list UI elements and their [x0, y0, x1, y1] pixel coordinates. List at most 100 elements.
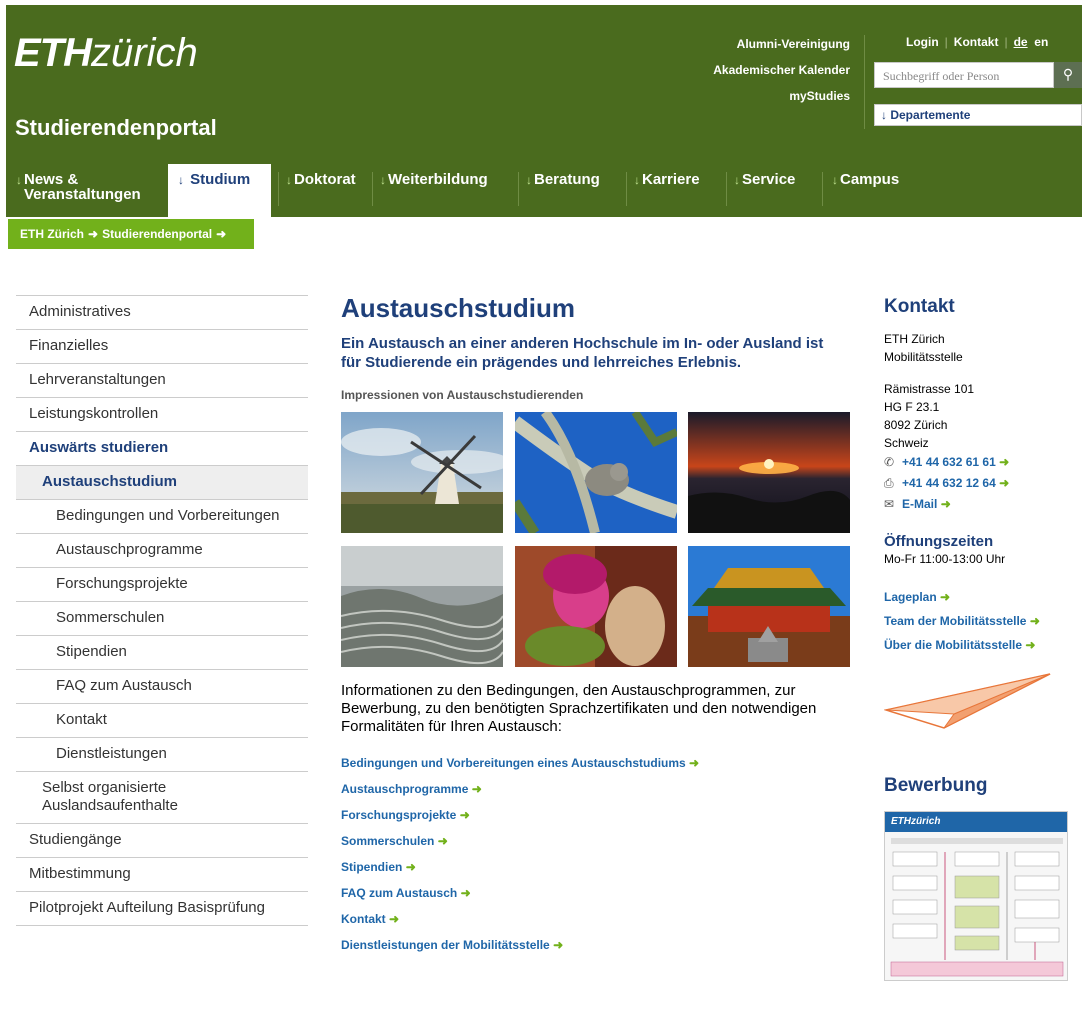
sidebar-item-dienstleistungen[interactable]: Dienstleistungen [16, 737, 308, 771]
meta-separator: | [1004, 35, 1008, 49]
nav-weiterbildung[interactable]: ↓ Weiterbildung [372, 172, 488, 217]
logo-eth-text: ETH [14, 31, 92, 75]
sidebar-item-label: Austauschprogramme [56, 541, 203, 558]
nav-campus[interactable]: ↓ Campus [824, 172, 899, 217]
arrow-down-icon: ↓ [380, 173, 386, 187]
arrow-down-icon: ↓ [178, 173, 184, 187]
link-label: Kontakt [341, 912, 386, 926]
sidebar-item-selbst-organisiert[interactable]: Selbst organisierte Auslandsaufenthalte [16, 771, 308, 823]
sidebar-item-label: Dienstleistungen [56, 745, 167, 762]
nav-studium[interactable]: ↓ Studium [168, 164, 271, 218]
page-title: Austauschstudium [341, 293, 576, 323]
arrow-right-icon: ➜ [1029, 614, 1040, 628]
sidebar-item-kontakt[interactable]: Kontakt [16, 703, 308, 737]
academic-calendar-link[interactable]: Akademischer Kalender [713, 63, 850, 77]
sidebar-item-lehrveranstaltungen[interactable]: Lehrveranstaltungen [16, 363, 308, 397]
sidebar-item-faq[interactable]: FAQ zum Austausch [16, 669, 308, 703]
departments-dropdown[interactable]: ↓ Departemente [874, 104, 1082, 126]
breadcrumb-portal[interactable]: Studierendenportal [102, 227, 212, 241]
gallery-image-rice-terraces[interactable] [341, 546, 503, 667]
nav-beratung[interactable]: ↓ Beratung [518, 172, 600, 217]
sidebar-item-pilotprojekt[interactable]: Pilotprojekt Aufteilung Basisprüfung [16, 891, 308, 925]
arrow-down-icon: ↓ [734, 173, 740, 187]
portal-title[interactable]: Studierendenportal [15, 115, 217, 141]
sidebar-item-label: Sommerschulen [56, 609, 165, 626]
sidebar-item-forschungsprojekte[interactable]: Forschungsprojekte [16, 567, 308, 601]
sidebar-item-administratives[interactable]: Administratives [16, 295, 308, 329]
lang-de-link[interactable]: de [1014, 35, 1028, 49]
gallery-image-sunset[interactable] [688, 412, 850, 533]
link-stipendien[interactable]: Stipendien ➜ [341, 860, 851, 874]
sidebar-item-auswaerts[interactable]: Auswärts studieren [16, 431, 308, 465]
search-button[interactable]: ⚲ [1054, 62, 1082, 88]
link-ueber[interactable]: Über die Mobilitätsstelle ➜ [884, 638, 1082, 652]
email-link[interactable]: ✉ E-Mail ➜ [884, 494, 1082, 515]
phone-icon: ✆ [884, 455, 895, 469]
sidebar-bottom-border [16, 925, 308, 926]
arrow-down-icon: ↓ [634, 173, 640, 187]
link-dienstleistungen[interactable]: Dienstleistungen der Mobilitätsstelle ➜ [341, 938, 851, 952]
arrow-right-icon: ➜ [405, 860, 416, 874]
sidebar-item-bedingungen[interactable]: Bedingungen und Vorbereitungen [16, 499, 308, 533]
arrow-right-icon: ➜ [940, 497, 951, 511]
gallery-image-holi[interactable] [515, 546, 677, 667]
mail-icon: ✉ [884, 497, 895, 511]
hours-title: Öffnungszeiten [884, 533, 994, 550]
link-austauschprogramme[interactable]: Austauschprogramme ➜ [341, 782, 851, 796]
breadcrumb-eth[interactable]: ETH Zürich [20, 227, 84, 241]
gallery-image-temple[interactable] [688, 546, 850, 667]
sidebar-item-finanzielles[interactable]: Finanzielles [16, 329, 308, 363]
sidebar-item-studiengaenge[interactable]: Studiengänge [16, 823, 308, 857]
org-line-2: Mobilitätsstelle [884, 350, 963, 364]
link-lageplan[interactable]: Lageplan ➜ [884, 590, 1082, 604]
application-flowchart-image[interactable]: ETHzürich [884, 811, 1068, 981]
link-sommerschulen[interactable]: Sommerschulen ➜ [341, 834, 851, 848]
sidebar-item-mitbestimmung[interactable]: Mitbestimmung [16, 857, 308, 891]
link-forschungsprojekte[interactable]: Forschungsprojekte ➜ [341, 808, 851, 822]
login-link[interactable]: Login [906, 35, 939, 49]
sidebar-item-label: Bedingungen und Vorbereitungen [56, 507, 280, 524]
eth-logo[interactable]: ETHzürich [14, 31, 198, 75]
breadcrumb: ETH Zürich ➜ Studierendenportal ➜ [8, 219, 254, 249]
mystudies-link[interactable]: myStudies [713, 89, 850, 103]
arrow-right-icon: ➜ [553, 938, 564, 952]
gallery-image-windmill[interactable] [341, 412, 503, 533]
sidebar-item-austauschstudium[interactable]: Austauschstudium [16, 465, 308, 499]
nav-karriere[interactable]: ↓ Karriere [626, 172, 700, 217]
link-team[interactable]: Team der Mobilitätsstelle ➜ [884, 614, 1082, 628]
sidebar-item-austauschprogramme[interactable]: Austauschprogramme [16, 533, 308, 567]
lang-en-link[interactable]: en [1034, 35, 1048, 49]
arrow-right-icon: ➜ [471, 782, 482, 796]
main-content: Austauschstudium Ein Austausch an einer … [341, 293, 851, 964]
meta-nav: Login | Kontakt | de en [906, 35, 1048, 49]
nav-weiterbildung-label: Weiterbildung [388, 171, 488, 188]
nav-doktorat[interactable]: ↓ Doktorat [278, 172, 356, 217]
description-text: Informationen zu den Bedingungen, den Au… [341, 682, 817, 735]
link-label: Stipendien [341, 860, 403, 874]
address-city: 8092 Zürich [884, 418, 948, 432]
lead-text: Ein Austausch an einer anderen Hochschul… [341, 335, 824, 371]
right-links: Lageplan ➜ Team der Mobilitätsstelle ➜ Ü… [884, 590, 1082, 652]
nav-service[interactable]: ↓ Service [726, 172, 795, 217]
phone-link[interactable]: ✆ +41 44 632 61 61 ➜ [884, 452, 1082, 473]
contact-link[interactable]: Kontakt [954, 35, 999, 49]
gallery-image-koala[interactable] [515, 412, 677, 533]
sidebar-item-leistungskontrollen[interactable]: Leistungskontrollen [16, 397, 308, 431]
nav-news[interactable]: ↓ News & Veranstaltungen [8, 172, 154, 217]
alumni-link[interactable]: Alumni-Vereinigung [713, 37, 850, 51]
sidebar-item-label: Mitbestimmung [29, 865, 131, 882]
right-sidebar: Kontakt ETH Zürich Mobilitätsstelle Rämi… [883, 296, 1082, 981]
fax-link[interactable]: ⎙ +41 44 632 12 64 ➜ [884, 473, 1082, 494]
sidebar-item-label: Selbst organisierte Auslandsaufenthalte [42, 779, 178, 814]
service-links: Alumni-Vereinigung Akademischer Kalender… [713, 37, 850, 115]
fax-icon: ⎙ [884, 476, 894, 490]
search-input[interactable]: Suchbegriff oder Person [874, 62, 1054, 88]
sidebar-item-stipendien[interactable]: Stipendien [16, 635, 308, 669]
sidebar-item-sommerschulen[interactable]: Sommerschulen [16, 601, 308, 635]
link-faq[interactable]: FAQ zum Austausch ➜ [341, 886, 851, 900]
link-kontakt[interactable]: Kontakt ➜ [341, 912, 851, 926]
email-label: E-Mail [902, 497, 938, 511]
link-bedingungen[interactable]: Bedingungen und Vorbereitungen eines Aus… [341, 756, 851, 770]
sidebar-item-label: Auswärts studieren [29, 439, 169, 456]
arrow-right-icon: ➜ [459, 808, 470, 822]
